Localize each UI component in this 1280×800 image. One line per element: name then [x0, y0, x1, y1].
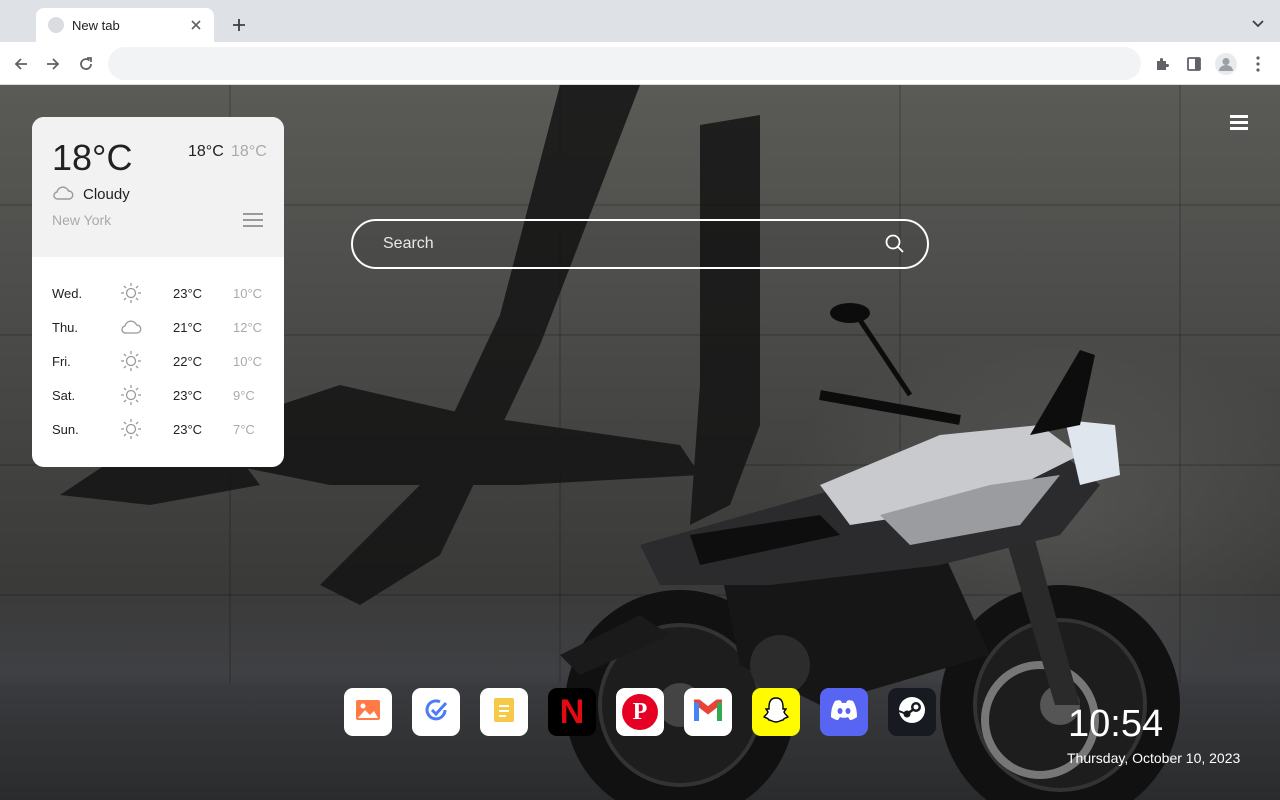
gmail-icon [693, 698, 723, 727]
today-low-temperature: 18°C [231, 143, 267, 160]
cloud-icon [120, 316, 142, 343]
tab-strip: New tab [0, 0, 1280, 42]
photos-app-button[interactable] [344, 688, 392, 736]
weather-current: 18°C 18°C 18°C Cloudy New York [32, 117, 284, 257]
forecast-row: Fri. 22°C 10°C [32, 345, 284, 379]
forecast-low: 12°C [233, 320, 263, 335]
netflix-icon: N [559, 692, 585, 731]
discord-app-button[interactable] [820, 688, 868, 736]
sun-icon [120, 350, 142, 377]
forecast-row: Sun. 23°C 7°C [32, 413, 284, 447]
steam-app-button[interactable] [888, 688, 936, 736]
forecast-high: 23°C [173, 286, 203, 301]
note-icon [493, 697, 515, 728]
search-input[interactable] [353, 221, 873, 267]
pinterest-icon: P [622, 694, 658, 730]
pinterest-app-button[interactable]: P [616, 688, 664, 736]
notes-app-button[interactable] [480, 688, 528, 736]
tab-new-tab[interactable]: New tab [36, 8, 214, 42]
forecast-high: 21°C [173, 320, 203, 335]
steam-icon [897, 695, 927, 730]
snapchat-app-button[interactable] [752, 688, 800, 736]
forecast-high: 23°C [173, 422, 203, 437]
forecast-day: Thu. [52, 320, 79, 335]
weather-condition: Cloudy [83, 186, 130, 203]
forecast-row: Thu. 21°C 12°C [32, 311, 284, 345]
weather-widget: 18°C 18°C 18°C Cloudy New York Wed. 23°C… [32, 117, 284, 467]
tasks-app-button[interactable] [412, 688, 460, 736]
forecast-row: Wed. 23°C 10°C [32, 277, 284, 311]
sun-icon [120, 282, 142, 309]
today-high-temperature: 18°C [188, 143, 224, 160]
weather-menu-icon[interactable] [243, 213, 263, 231]
browser-toolbar [0, 42, 1280, 85]
app-dock: N P [344, 688, 936, 736]
forecast-low: 9°C [233, 388, 255, 403]
weather-forecast-list: Wed. 23°C 10°C Thu. 21°C 12°C Fri. 22°C … [32, 277, 284, 447]
forecast-day: Wed. [52, 286, 83, 301]
forecast-low: 10°C [233, 286, 263, 301]
clock-date: Thursday, October 10, 2023 [1067, 750, 1241, 766]
forecast-row: Sat. 23°C 9°C [32, 379, 284, 413]
tab-search-chevron-icon[interactable] [1248, 14, 1268, 34]
tab-title: New tab [72, 17, 120, 33]
current-temperature: 18°C [52, 137, 133, 178]
forecast-day: Sun. [52, 422, 79, 437]
tab-close-icon[interactable] [188, 17, 204, 33]
clock-time: 10:54 [1068, 703, 1164, 745]
forecast-high: 22°C [173, 354, 203, 369]
snapchat-icon [761, 695, 791, 730]
new-tab-plus-icon[interactable] [228, 14, 250, 36]
new-tab-page: 18°C 18°C 18°C Cloudy New York Wed. 23°C… [0, 85, 1280, 800]
extensions-puzzle-icon[interactable] [1149, 51, 1175, 77]
forecast-low: 7°C [233, 422, 255, 437]
weather-city: New York [52, 212, 112, 228]
gmail-app-button[interactable] [684, 688, 732, 736]
check-icon [423, 697, 449, 728]
reload-icon[interactable] [73, 51, 99, 77]
hamburger-menu-icon[interactable] [1230, 115, 1248, 131]
discord-icon [829, 698, 859, 727]
search-icon[interactable] [885, 234, 905, 254]
forecast-day: Sat. [52, 388, 76, 403]
image-icon [355, 699, 381, 726]
tab-favicon-icon [48, 17, 64, 33]
netflix-app-button[interactable]: N [548, 688, 596, 736]
search-box [351, 219, 929, 269]
forecast-day: Fri. [52, 354, 71, 369]
forecast-low: 10°C [233, 354, 263, 369]
sun-icon [120, 418, 142, 445]
forward-arrow-icon[interactable] [40, 51, 66, 77]
address-bar-input[interactable] [108, 47, 1141, 80]
cloud-icon [52, 185, 74, 206]
side-panel-icon[interactable] [1181, 51, 1207, 77]
sun-icon [120, 384, 142, 411]
back-arrow-icon[interactable] [8, 51, 34, 77]
profile-avatar-icon[interactable] [1213, 51, 1239, 77]
forecast-high: 23°C [173, 388, 203, 403]
more-vertical-icon[interactable] [1245, 51, 1271, 77]
